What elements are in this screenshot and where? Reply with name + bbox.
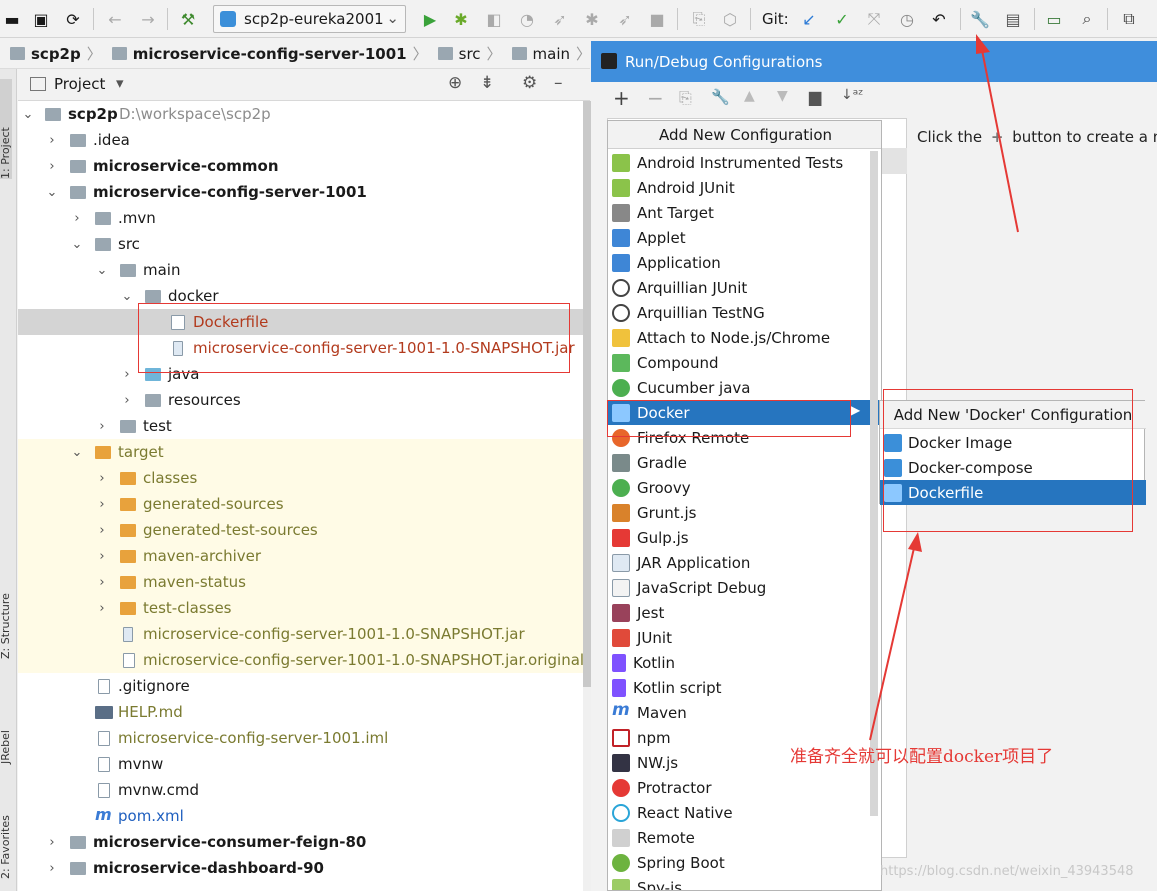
watermark: https://blog.csdn.net/weixin_43943548 [880,864,1134,879]
arrow-to-wrench [981,49,1019,233]
arrow-head-icon [976,34,990,54]
annotation-note: 准备齐全就可以配置docker项目了 [790,747,1054,767]
arrow-to-submenu [869,547,915,741]
arrow-head-icon [908,532,922,552]
